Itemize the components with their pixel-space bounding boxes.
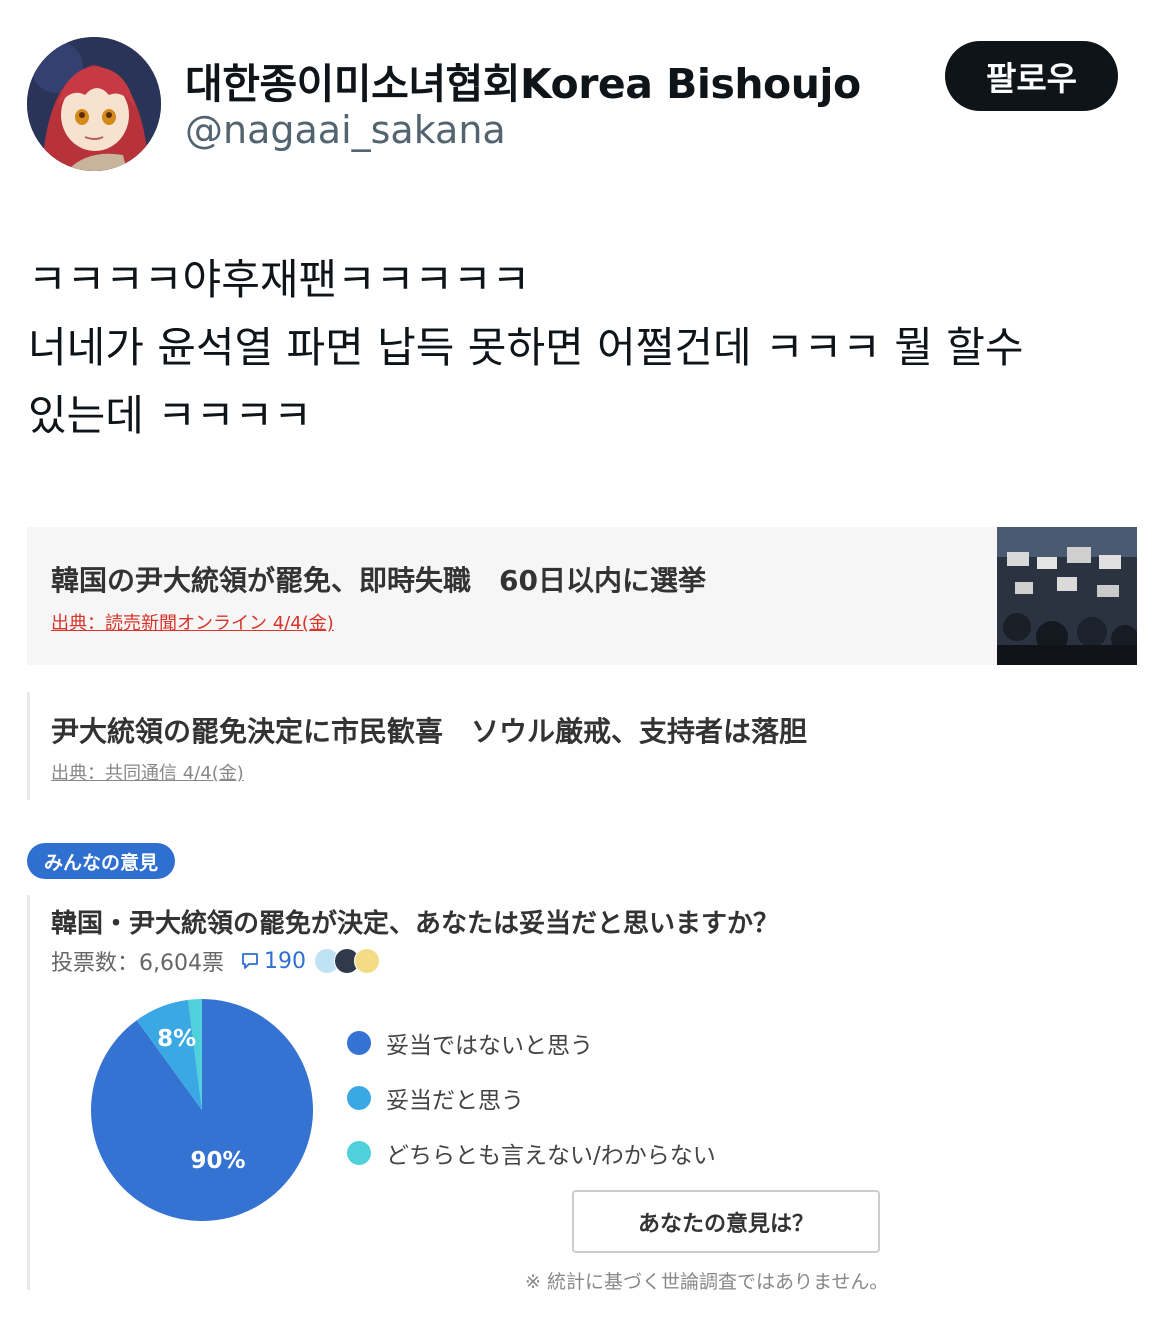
vote-count: 投票数：6,604票 — [51, 951, 224, 976]
legend-item: 妥当ではないと思う — [347, 1015, 716, 1070]
article-headline[interactable]: 韓国の尹大統領が罷免、即時失職 60日以内に選挙 — [51, 559, 706, 599]
tweet-text: ㅋㅋㅋㅋ야후재팬ㅋㅋㅋㅋㅋ 너네가 윤석열 파면 납득 못하면 어쩔건데 ㅋㅋㅋ… — [28, 246, 1148, 450]
user-handle[interactable]: @nagaai_sakana — [185, 108, 506, 152]
legend-label: 妥当ではないと思う — [386, 1032, 593, 1059]
legend-dot — [347, 1140, 371, 1165]
tweet-line: 너네가 윤석열 파면 납득 못하면 어쩔건데 ㅋㅋㅋ 뭘 할수 — [28, 323, 1024, 372]
article-source-link[interactable]: 出典：読売新聞オンライン 4/4(金) — [51, 609, 334, 635]
your-opinion-button[interactable]: あなたの意見は？ — [572, 1190, 880, 1253]
poll-badge: みんなの意見 — [27, 843, 176, 879]
poll-card: 韓国・尹大統領の罷免が決定、あなたは妥当だと思いますか？ 投票数：6,604票 … — [27, 895, 1137, 1293]
pie-data-label: 8% — [157, 1026, 196, 1052]
comment-count-link[interactable]: 190 — [240, 949, 306, 974]
legend-label: どちらとも言えない/わからない — [386, 1142, 716, 1169]
poll-disclaimer: ※ 統計に基づく世論調査ではありません。 — [525, 1271, 889, 1293]
legend-item: 妥当だと思う — [347, 1070, 716, 1125]
comment-icon — [242, 953, 258, 969]
follow-button[interactable]: 팔로우 — [945, 41, 1118, 111]
article-headline[interactable]: 尹大統領の罷免決定に市民歓喜 ソウル厳戒、支持者は落胆 — [51, 710, 807, 750]
crowd-photo — [997, 527, 1137, 665]
news-article-item[interactable]: 尹大統領の罷免決定に市民歓喜 ソウル厳戒、支持者は落胆 出典：共同通信 4/4(… — [27, 692, 1137, 800]
avatar[interactable] — [27, 37, 161, 171]
article-thumbnail[interactable] — [997, 527, 1137, 665]
tweet-line: ㅋㅋㅋㅋ야후재팬ㅋㅋㅋㅋㅋ — [28, 255, 531, 304]
pie-data-label: 90% — [190, 1148, 245, 1174]
pie-chart-svg: 90% 8% — [90, 999, 313, 1221]
legend-dot — [347, 1030, 371, 1055]
chart-legend: 妥当ではないと思う 妥当だと思う どちらとも言えない/わからない — [347, 1015, 716, 1180]
article-source-link[interactable]: 出典：共同通信 4/4(金) — [51, 759, 244, 785]
comment-count: 190 — [263, 948, 306, 974]
poll-pie-chart: 90% 8% — [90, 998, 314, 1222]
legend-item: どちらとも言えない/わからない — [347, 1125, 716, 1180]
news-article-card[interactable]: 韓国の尹大統領が罷免、即時失職 60日以内に選挙 出典：読売新聞オンライン 4/… — [27, 527, 1137, 665]
poll-question[interactable]: 韓国・尹大統領の罷免が決定、あなたは妥当だと思いますか？ — [51, 903, 779, 940]
legend-label: 妥当だと思う — [386, 1087, 524, 1114]
happy-reaction-icon — [353, 948, 380, 974]
tweet-line: 있는데 ㅋㅋㅋㅋ — [28, 391, 312, 440]
legend-dot — [347, 1085, 371, 1110]
poll-meta: 投票数：6,604票 190 — [51, 946, 380, 976]
avatar-image — [27, 37, 161, 171]
display-name[interactable]: 대한종이미소녀협회Korea Bishoujo — [185, 50, 861, 110]
reaction-icons — [313, 948, 380, 974]
